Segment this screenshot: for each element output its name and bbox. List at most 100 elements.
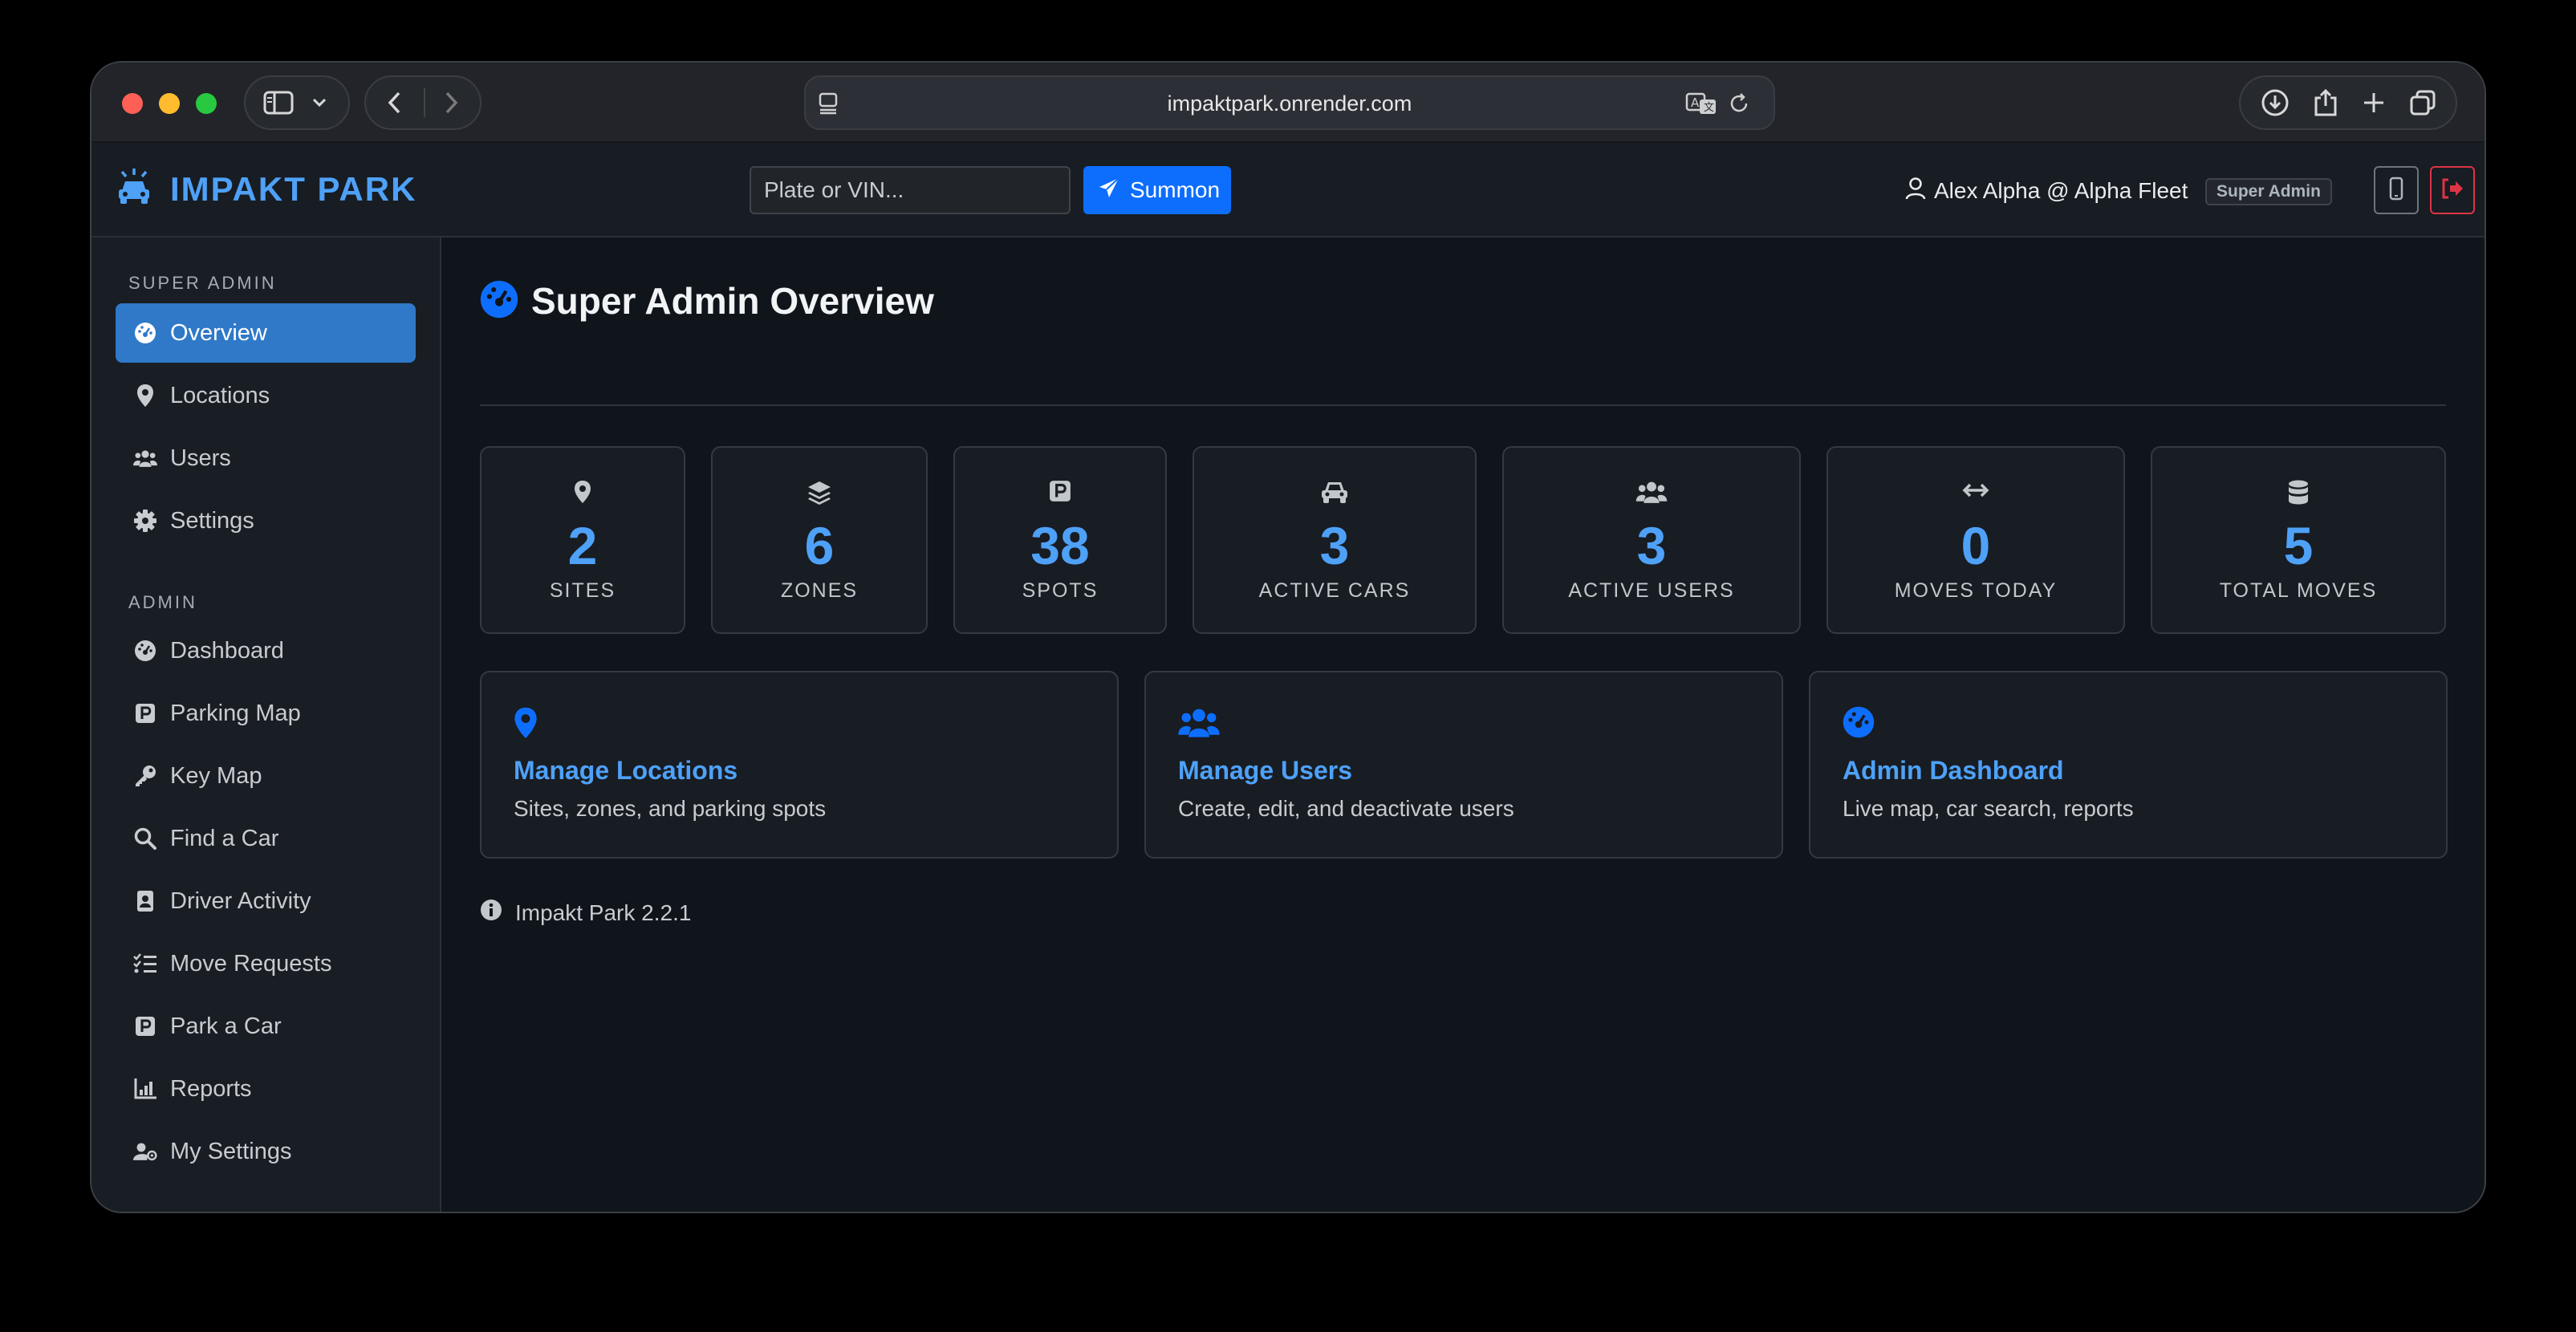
title-divider [480,404,2446,406]
car-icon [1194,480,1475,504]
sidebar-item-label: Dashboard [170,637,284,664]
parking-icon [955,480,1165,502]
stat-label: ACTIVE CARS [1258,579,1411,602]
current-user: Alex Alpha @ Alpha Fleet [1905,167,2188,215]
downloads-icon[interactable] [2261,88,2290,117]
gauge-icon [480,280,518,323]
stat-value: 2 [567,516,598,575]
close-window-button[interactable] [122,93,143,114]
gear-icon [133,510,157,532]
sidebar-item-driver-activity[interactable]: Driver Activity [116,871,416,931]
layers-icon [713,480,926,506]
sidebar-item-dashboard[interactable]: Dashboard [116,621,416,680]
stat-card-spots: 38 SPOTS [953,446,1167,634]
card-title: Admin Dashboard [1843,756,2064,785]
sidebar-item-label: Driver Activity [170,887,311,914]
gauge-icon [133,322,157,344]
stat-label: SPOTS [1022,579,1099,602]
back-button[interactable] [387,91,403,115]
sidebar-item-users[interactable]: Users [116,428,416,488]
sidebar-item-label: Key Map [170,762,262,789]
sidebar-section-super-admin: SUPER ADMIN [128,273,277,293]
card-title: Manage Users [1178,756,1352,785]
page-header: Super Admin Overview [480,279,934,323]
share-icon[interactable] [2313,88,2338,117]
stat-value: 38 [1030,516,1090,575]
stat-label: SITES [549,579,616,602]
address-bar[interactable]: impaktpark.onrender.com A文 [804,75,1775,130]
info-circle-icon [480,899,515,927]
parking-icon [133,703,157,724]
zoom-window-button[interactable] [196,93,217,114]
svg-text:文: 文 [1704,102,1714,114]
stat-label: TOTAL MOVES [2219,579,2378,602]
stat-value: 3 [1319,516,1350,575]
card-admin-dashboard[interactable]: Admin Dashboard Live map, car search, re… [1809,671,2448,859]
role-badge: Super Admin [2205,178,2332,205]
sidebar: SUPER ADMIN Overview Locations Users Set… [91,238,441,1212]
users-icon [133,447,157,469]
sidebar-item-label: Park a Car [170,1013,282,1039]
sidebar-item-key-map[interactable]: Key Map [116,746,416,806]
app-header: IMPAKT PARK Summon Alex Alpha @ Alpha Fl… [91,143,2485,238]
svg-text:A: A [1691,95,1700,110]
card-manage-locations[interactable]: Manage Locations Sites, zones, and parki… [480,671,1119,859]
sign-out-icon [2440,178,2464,203]
sidebar-item-park-a-car[interactable]: Park a Car [116,997,416,1056]
user-label: Alex Alpha @ Alpha Fleet [1934,178,2188,203]
users-icon [1504,480,1799,504]
gauge-icon [133,640,157,662]
bar-chart-icon [133,1078,157,1099]
summon-button[interactable]: Summon [1083,166,1231,214]
sidebar-item-move-requests[interactable]: Move Requests [116,934,416,993]
tab-overview-icon[interactable] [2409,89,2436,116]
sidebar-item-parking-map[interactable]: Parking Map [116,684,416,743]
page-title: Super Admin Overview [531,280,934,322]
id-card-icon [133,890,157,912]
users-icon [1178,706,1220,742]
mobile-view-button[interactable] [2374,166,2419,214]
new-tab-icon[interactable] [2362,91,2386,115]
stat-value: 3 [1636,516,1667,575]
car-siren-icon [116,167,152,211]
sidebar-toggle-group[interactable] [244,75,350,130]
brand-name: IMPAKT PARK [170,169,417,208]
summon-label: Summon [1130,177,1221,202]
card-title: Manage Locations [514,756,738,785]
card-manage-users[interactable]: Manage Users Create, edit, and deactivat… [1144,671,1783,859]
sidebar-item-my-settings[interactable]: My Settings [116,1122,416,1181]
stat-value: 6 [804,516,835,575]
map-pin-icon [481,480,684,504]
map-pin-icon [514,706,538,744]
sidebar-item-settings[interactable]: Settings [116,491,416,550]
main-content: Super Admin Overview 2 SITES 6 ZONES 38 … [441,238,2485,1212]
browser-toolbar: impaktpark.onrender.com A文 [91,63,2485,143]
sidebar-item-label: Reports [170,1075,252,1102]
browser-window: impaktpark.onrender.com A文 IMPAKT PARK P… [90,61,2486,1213]
sidebar-item-find-a-car[interactable]: Find a Car [116,809,416,868]
plate-search-input[interactable] [750,166,1071,214]
forward-button[interactable] [443,91,459,115]
gauge-icon [1843,706,1875,742]
sidebar-icon [263,91,294,115]
reload-icon[interactable] [1727,91,1751,116]
history-nav-group [364,75,481,130]
stat-label: ZONES [780,579,859,602]
sidebar-item-overview[interactable]: Overview [116,303,416,363]
brand[interactable]: IMPAKT PARK [116,167,416,211]
parking-icon [133,1016,157,1037]
mobile-phone-icon [2389,177,2403,205]
sidebar-item-label: Locations [170,382,270,408]
stat-card-active-cars: 3 ACTIVE CARS [1193,446,1477,634]
sidebar-item-reports[interactable]: Reports [116,1059,416,1119]
minimize-window-button[interactable] [159,93,180,114]
user-gear-icon [133,1140,157,1163]
translate-icon[interactable]: A文 [1685,91,1717,116]
sidebar-item-label: Parking Map [170,700,301,726]
address-url: impaktpark.onrender.com [1167,91,1412,116]
sidebar-item-locations[interactable]: Locations [116,366,416,425]
database-icon [2152,480,2444,506]
logout-button[interactable] [2430,166,2475,214]
stat-card-moves-today: 0 MOVES TODAY [1826,446,2125,634]
search-icon [133,827,157,850]
